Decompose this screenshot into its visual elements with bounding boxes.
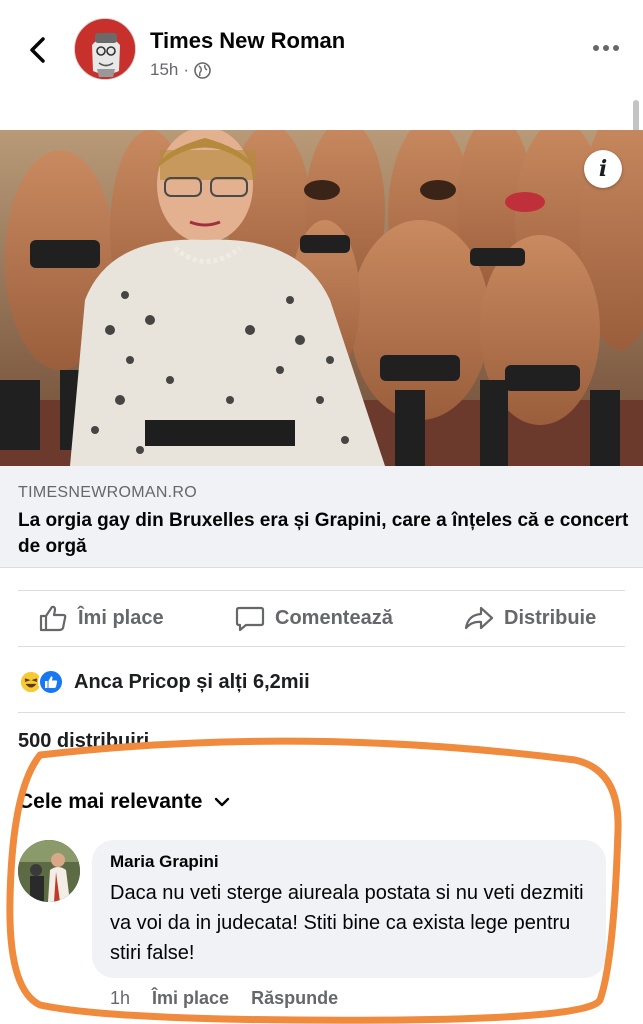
comment-reply-button[interactable]: Răspunde	[251, 988, 338, 1009]
page-logo-icon	[75, 19, 135, 79]
comment-author[interactable]: Maria Grapini	[110, 852, 588, 872]
link-title[interactable]: La orgia gay din Bruxelles era și Grapin…	[18, 508, 638, 560]
page-avatar[interactable]	[74, 18, 136, 80]
comment-label: Comentează	[275, 606, 393, 629]
like-button[interactable]: Îmi place	[38, 590, 164, 646]
reactions-label: Anca Pricop și alți 6,2mii	[74, 670, 310, 693]
like-reaction-icon	[38, 669, 64, 695]
commenter-avatar[interactable]	[18, 840, 80, 902]
post-actions: Îmi place Comentează Distribuie	[0, 590, 643, 646]
like-label: Îmi place	[78, 606, 164, 629]
divider	[18, 646, 625, 647]
share-button[interactable]: Distribuie	[464, 590, 596, 646]
reaction-icons	[18, 669, 64, 695]
more-dots-icon	[593, 45, 619, 51]
chevron-down-icon	[215, 797, 230, 807]
link-domain: TIMESNEWROMAN.RO	[18, 484, 198, 501]
chevron-left-icon	[30, 37, 45, 63]
post-header: Times New Roman 15h ·	[0, 0, 643, 110]
post-meta: 15h ·	[150, 60, 211, 80]
comment-text: Daca nu veti sterge aiureala postata si …	[110, 882, 584, 964]
comment-footer: 1h Îmi place Răspunde	[110, 988, 338, 1009]
comment-bubble-icon	[235, 606, 265, 632]
info-button[interactable]: i	[584, 150, 622, 188]
share-arrow-icon	[464, 606, 494, 630]
comment-sort-dropdown[interactable]: Cele mai relevante	[18, 790, 230, 814]
shares-count[interactable]: 500 distribuiri	[18, 730, 149, 753]
link-preview-image[interactable]	[0, 130, 643, 466]
back-button[interactable]	[22, 30, 52, 70]
comment-time[interactable]: 1h	[110, 988, 130, 1009]
meta-separator: ·	[183, 60, 190, 79]
thumbs-up-icon	[39, 605, 67, 632]
comment-like-button[interactable]: Îmi place	[152, 988, 229, 1009]
comment-bubble[interactable]: Maria Grapini Daca nu veti sterge aiurea…	[92, 840, 606, 978]
post-timestamp[interactable]: 15h	[150, 60, 178, 80]
comment-button[interactable]: Comentează	[235, 590, 393, 646]
share-label: Distribuie	[504, 606, 597, 629]
page-name[interactable]: Times New Roman	[150, 28, 345, 54]
globe-icon	[194, 61, 211, 79]
divider	[18, 712, 625, 713]
more-options-button[interactable]	[590, 35, 622, 61]
commenter-photo	[18, 840, 80, 902]
reactions-summary[interactable]: Anca Pricop și alți 6,2mii	[18, 664, 310, 700]
sort-label: Cele mai relevante	[18, 790, 203, 813]
article-photo	[0, 130, 643, 466]
